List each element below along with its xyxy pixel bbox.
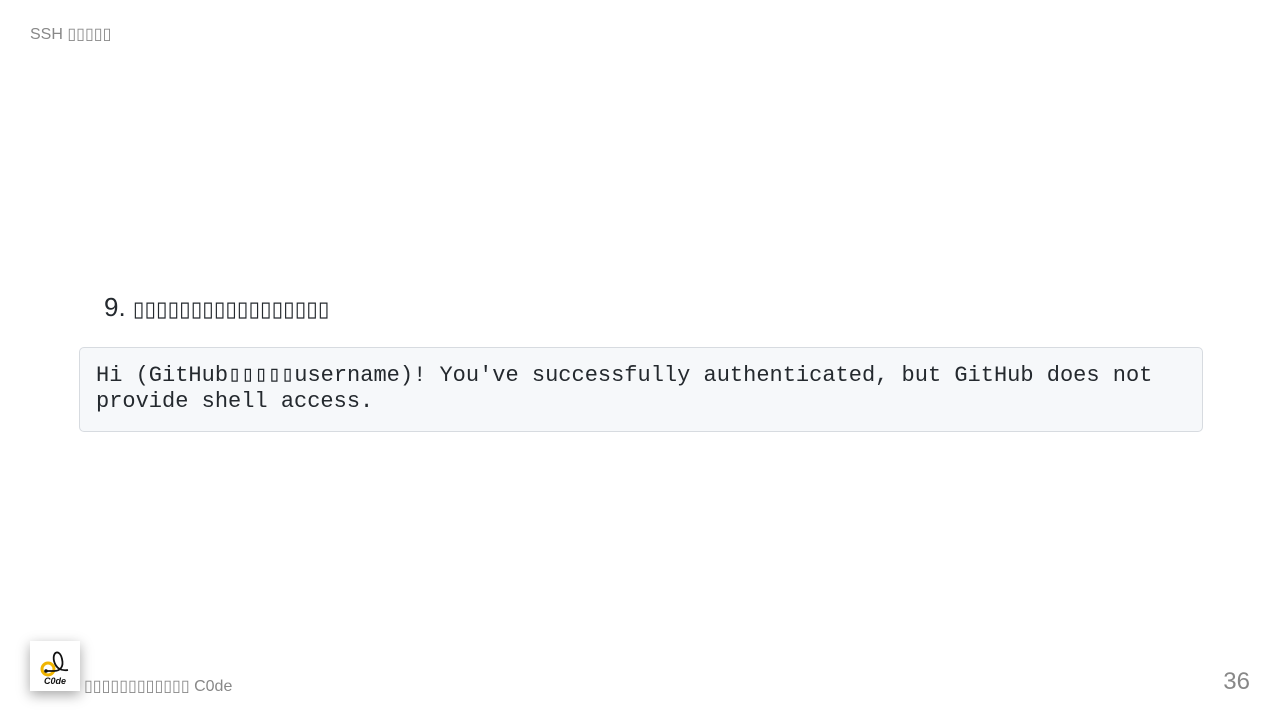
logo: C0de bbox=[30, 641, 80, 691]
c0de-logo-icon: C0de bbox=[40, 651, 69, 686]
step-number: 9. bbox=[104, 292, 126, 322]
slide-header: SSH ▯▯▯▯▯ bbox=[30, 26, 112, 43]
page-number: 36 bbox=[1223, 668, 1250, 695]
svg-text:C0de: C0de bbox=[44, 676, 66, 686]
footer-text: ▯▯▯▯▯▯▯▯▯▯▯▯ C0de bbox=[84, 678, 233, 695]
step-heading: 9. ▯▯▯▯▯▯▯▯▯▯▯▯▯▯▯▯▯ bbox=[104, 292, 329, 323]
step-text: ▯▯▯▯▯▯▯▯▯▯▯▯▯▯▯▯▯ bbox=[132, 298, 330, 321]
code-block: Hi (GitHub▯▯▯▯▯username)! You've success… bbox=[79, 347, 1203, 432]
